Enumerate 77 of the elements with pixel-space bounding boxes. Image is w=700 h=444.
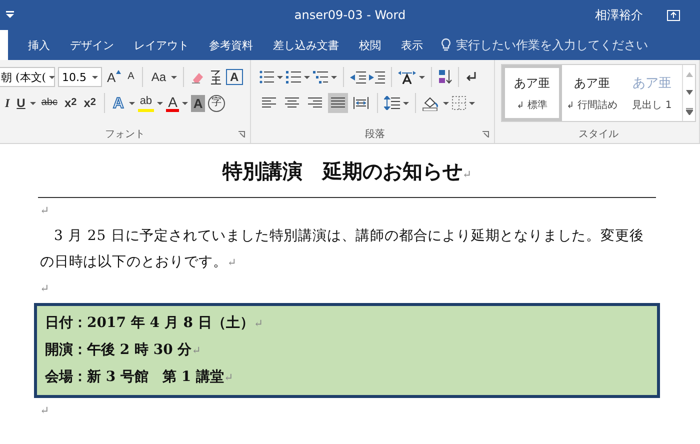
info-line: 開演：午後 2 時 30 分 <box>45 342 192 358</box>
caret-icon <box>277 76 283 78</box>
caret-icon <box>419 76 425 78</box>
highlight-color-button[interactable]: ab <box>138 94 154 112</box>
caret-icon <box>403 102 409 104</box>
body-paragraph: 3 月 25 日に予定されていました特別講演は、講師の都合により延期となりました。変更後の日時は以下のとおりです。↵ <box>40 228 644 270</box>
group-label: 段落 <box>365 128 385 141</box>
bullet-list-icon[interactable] <box>259 70 274 84</box>
scroll-down-icon[interactable] <box>686 90 692 94</box>
grow-font-button[interactable]: A <box>105 67 123 87</box>
group-label: スタイル <box>578 128 618 141</box>
info-line: 会場：新 3 号館 第 1 講堂 <box>45 369 224 385</box>
user-name[interactable]: 相澤裕介 <box>595 6 643 24</box>
lightbulb-icon <box>441 38 451 52</box>
group-label: フォント <box>105 128 145 141</box>
caret-icon <box>30 102 36 104</box>
caret-icon <box>171 76 178 78</box>
superscript-button[interactable]: x$^{2}$ <box>82 93 98 113</box>
caret-icon <box>157 102 164 104</box>
style-gallery-item[interactable]: あア亜 見出し 1 <box>622 65 682 121</box>
ribbon-tab[interactable]: レイアウト <box>124 30 199 60</box>
paragraph-mark-icon[interactable] <box>465 71 477 83</box>
paragraph-mark: ↵ <box>40 204 50 217</box>
info-line: 日付：2017 年 4 月 8 日（土） <box>45 315 254 331</box>
font-name-field[interactable]: 朝 (本文( <box>0 67 55 87</box>
font-color-button[interactable]: A <box>166 94 180 112</box>
font-size-field[interactable]: 10.5 <box>58 67 102 87</box>
tell-me-field[interactable]: 実行したい作業を入力してください <box>441 38 656 52</box>
strikethrough-button[interactable]: abc <box>39 93 60 113</box>
shrink-font-button[interactable]: A <box>126 67 136 87</box>
borders-icon[interactable] <box>452 96 466 110</box>
character-border-button[interactable]: A <box>226 69 243 85</box>
paragraph-mark: ↵ <box>40 282 50 295</box>
dialog-launcher-icon[interactable] <box>238 131 245 138</box>
decrease-indent-icon[interactable] <box>350 70 366 84</box>
document-title: 特別講演 延期のお知らせ <box>222 159 462 183</box>
ribbon-tab[interactable]: デザイン <box>60 30 124 60</box>
caret-icon <box>331 76 337 78</box>
caret-icon <box>304 76 310 78</box>
ribbon-tab[interactable]: 参考資料 <box>199 30 263 60</box>
style-gallery-item[interactable]: あア亜 ↲ 標準 <box>502 65 562 121</box>
italic-button[interactable]: I <box>3 93 12 113</box>
change-case-button[interactable]: Aa <box>149 67 168 87</box>
paint-bucket-icon[interactable] <box>422 95 440 111</box>
caret-icon <box>443 102 449 104</box>
sort-icon[interactable] <box>438 69 452 85</box>
paragraph-mark: ↵ <box>462 168 472 181</box>
ribbon-tab[interactable]: 表示 <box>391 30 433 60</box>
quick-access-menu-icon[interactable] <box>6 11 14 19</box>
caret-icon <box>128 102 135 104</box>
window-title: anser09-03 - Word <box>294 8 406 22</box>
ribbon-tab[interactable]: 差し込み文書 <box>263 30 349 60</box>
caret-icon <box>92 76 98 78</box>
ribbon-tab[interactable]: 挿入 <box>18 30 60 60</box>
justify-icon[interactable] <box>328 93 348 113</box>
character-layout-icon[interactable] <box>398 70 416 84</box>
caret-icon <box>182 102 188 104</box>
paragraph-mark: ↵ <box>40 404 50 417</box>
style-gallery-item[interactable]: あア亜 ↲ 行間詰め <box>562 65 622 121</box>
caret-icon <box>469 102 475 104</box>
paragraph-mark: ↵ <box>254 317 264 330</box>
phonetic-guide-icon[interactable] <box>209 69 224 85</box>
underline-button[interactable]: U <box>14 93 28 113</box>
line-spacing-icon[interactable] <box>384 96 400 110</box>
paragraph-mark: ↵ <box>224 371 234 384</box>
dialog-launcher-icon[interactable] <box>482 131 489 138</box>
enclose-characters-button[interactable]: 字 <box>208 94 225 112</box>
ribbon-tab[interactable]: 校閲 <box>349 30 391 60</box>
paragraph-mark: ↵ <box>192 344 201 357</box>
ribbon-display-options-icon[interactable] <box>667 10 680 20</box>
numbered-list-icon[interactable] <box>286 70 301 84</box>
more-styles-icon[interactable] <box>686 108 692 114</box>
multilevel-list-icon[interactable] <box>313 70 328 84</box>
increase-indent-icon[interactable] <box>369 70 385 84</box>
character-shading-button[interactable]: A <box>191 94 205 112</box>
caret-icon <box>49 76 56 78</box>
up-triangle-icon <box>116 70 121 74</box>
